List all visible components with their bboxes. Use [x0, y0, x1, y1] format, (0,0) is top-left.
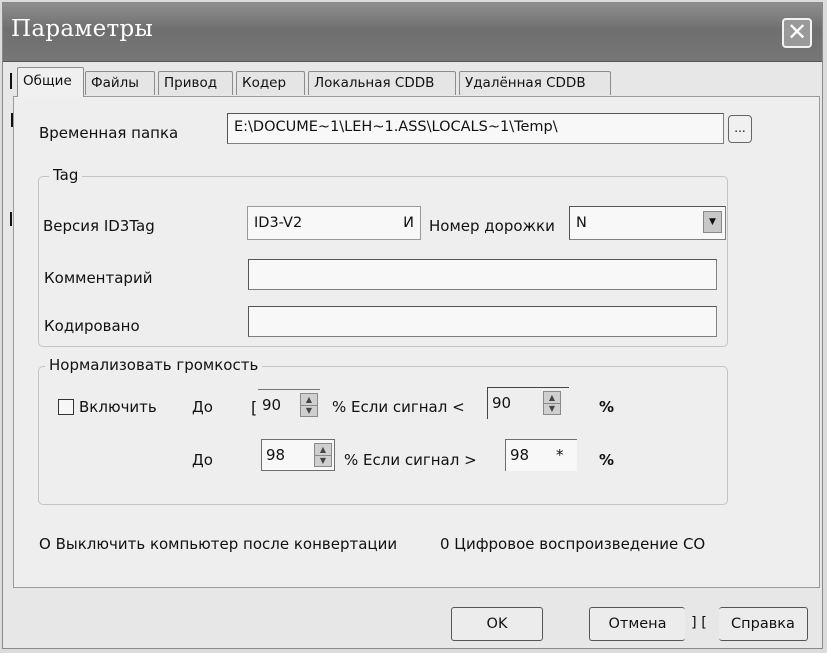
temp-folder-label: Временная папка: [39, 124, 179, 142]
tab-label: Привод: [164, 75, 218, 91]
percent-label: %: [599, 398, 615, 416]
to-label: До: [192, 398, 213, 416]
tab-label: Файлы: [91, 75, 139, 91]
tab-files[interactable]: Файлы: [85, 71, 155, 95]
normalize-group: Нормализовать громкость Включить До [ 90…: [38, 356, 728, 505]
comment-field[interactable]: [248, 259, 717, 290]
track-number-label: Номер дорожки: [429, 217, 555, 235]
tab-label: Локальная CDDB: [314, 75, 435, 91]
id3-version-suffix: И: [403, 215, 414, 231]
general-panel: Временная папка E:\DOCUME~1\LEH~1.ASS\LO…: [13, 96, 820, 588]
tab-drive[interactable]: Привод: [158, 71, 233, 95]
ok-button[interactable]: OK: [451, 607, 543, 641]
signal-threshold-2-spin[interactable]: 98 *: [505, 439, 577, 471]
tab-remote-cddb[interactable]: Удалённая CDDB: [459, 71, 611, 95]
temp-folder-field[interactable]: E:\DOCUME~1\LEH~1.ASS\LOCALS~1\Temp\: [227, 113, 724, 144]
bracket-mark: ] [: [691, 615, 707, 631]
signal-threshold-1-spin[interactable]: 90 ▲ ▼: [487, 387, 569, 419]
shutdown-option[interactable]: O Выключить компьютер после конвертации: [39, 535, 397, 553]
close-icon: ✕: [786, 18, 808, 46]
if-signal-greater-label: % Если сигнал >: [344, 451, 477, 469]
tag-group-title: Tag: [49, 166, 83, 184]
cancel-button[interactable]: Отмена: [589, 607, 685, 641]
digital-playback-option[interactable]: 0 Цифровое воспроизведение CO: [440, 535, 705, 553]
signal-threshold-2-value: 98: [510, 446, 530, 464]
tab-label: Удалённая CDDB: [465, 75, 586, 91]
percent-label: %: [599, 451, 615, 469]
enable-normalize-label[interactable]: Включить: [79, 398, 157, 416]
help-button[interactable]: Справка: [719, 607, 808, 641]
window-title: Параметры: [11, 16, 154, 42]
track-number-select[interactable]: N ▼: [569, 206, 726, 240]
tab-label: Общие: [23, 73, 72, 89]
normalize-group-title: Нормализовать громкость: [45, 356, 263, 374]
track-number-value: N: [576, 215, 587, 231]
tab-general[interactable]: Общие: [17, 67, 84, 97]
spin-down-icon[interactable]: ▼: [544, 403, 560, 414]
comment-label: Комментарий: [44, 269, 153, 287]
target-level-2-spin[interactable]: 98 ▲ ▼: [261, 439, 335, 471]
scan-artifact: [10, 212, 12, 226]
enable-normalize-checkbox[interactable]: [58, 399, 74, 415]
spin-buttons[interactable]: ▲ ▼: [314, 443, 332, 467]
spin-buttons[interactable]: ▲ ▼: [300, 393, 318, 417]
chevron-down-icon[interactable]: ▼: [703, 211, 722, 233]
encoded-by-label: Кодировано: [44, 317, 140, 335]
title-bar[interactable]: Параметры ✕: [3, 3, 822, 62]
target-level-1-value: 90: [262, 396, 282, 414]
id3-version-value: ID3-V2: [254, 215, 303, 231]
spin-buttons[interactable]: ▲ ▼: [543, 391, 561, 415]
signal-threshold-1-value: 90: [492, 394, 512, 412]
id3-version-label: Версия ID3Tag: [43, 217, 155, 235]
spin-down-icon[interactable]: ▼: [301, 405, 317, 416]
target-level-1-spin[interactable]: 90 ▲ ▼: [258, 389, 320, 421]
bracket-mark: [: [251, 398, 258, 417]
if-signal-less-label: % Если сигнал <: [332, 398, 465, 416]
spin-down-icon[interactable]: ▼: [315, 455, 331, 466]
tab-label: Кодер: [242, 75, 287, 91]
close-button[interactable]: ✕: [782, 18, 812, 48]
id3-version-field[interactable]: ID3-V2 И: [247, 206, 421, 240]
tab-local-cddb[interactable]: Локальная CDDB: [308, 71, 456, 95]
tab-encoder[interactable]: Кодер: [236, 71, 305, 95]
tag-group: Tag Версия ID3Tag ID3-V2 И Номер дорожки…: [38, 166, 728, 347]
encoded-by-field[interactable]: [248, 306, 717, 337]
browse-button[interactable]: ...: [728, 115, 752, 143]
target-level-2-value: 98: [266, 446, 286, 464]
scan-artifact: [10, 73, 12, 89]
parameters-dialog: Параметры ✕ Общие Файлы Привод Кодер Лок…: [2, 2, 823, 649]
to-label: До: [192, 451, 213, 469]
spin-mark: *: [556, 446, 564, 464]
